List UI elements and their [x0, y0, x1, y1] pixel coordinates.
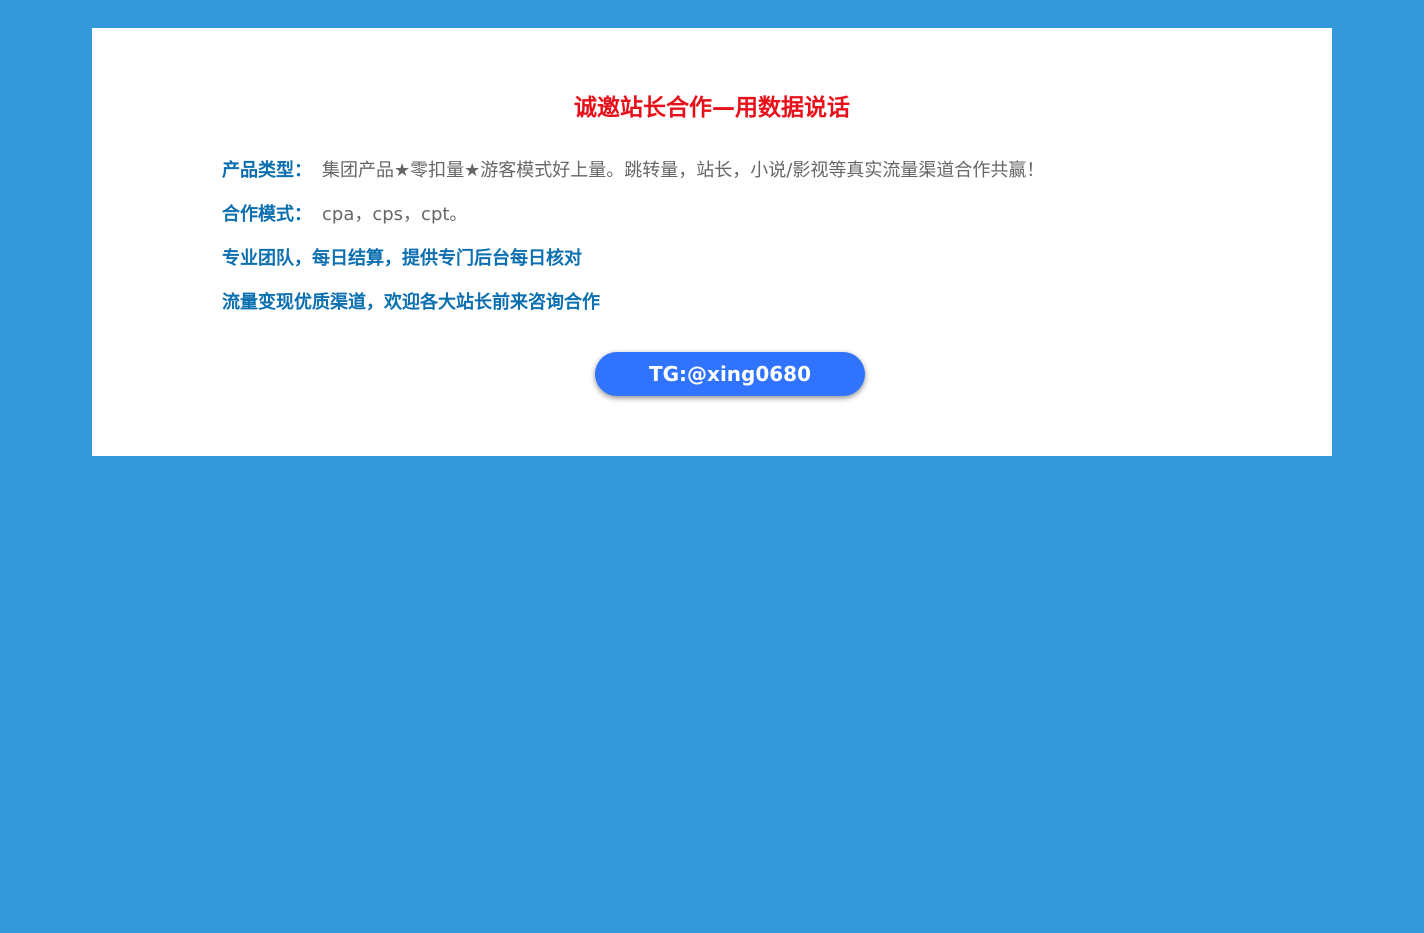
coop-mode-row: 合作模式： cpa，cps，cpt。: [222, 200, 1182, 244]
product-type-label: 产品类型：: [222, 160, 312, 181]
coop-mode-label: 合作模式：: [222, 204, 312, 225]
product-type-value: 集团产品★零扣量★游客模式好上量。跳转量，站长，小说/影视等真实流量渠道合作共赢…: [322, 160, 1045, 181]
main-card: 诚邀站长合作—用数据说话 产品类型： 集团产品★零扣量★游客模式好上量。跳转量，站…: [92, 28, 1332, 456]
page-title: 诚邀站长合作—用数据说话: [574, 95, 850, 121]
info-section: 产品类型： 集团产品★零扣量★游客模式好上量。跳转量，站长，小说/影视等真实流量渠…: [222, 156, 1182, 332]
channel-line: 流量变现优质渠道，欢迎各大站长前来咨询合作: [222, 292, 600, 313]
coop-mode-value: cpa，cps，cpt。: [322, 204, 468, 225]
telegram-contact-button[interactable]: TG:@xing0680: [595, 352, 865, 396]
product-type-row: 产品类型： 集团产品★零扣量★游客模式好上量。跳转量，站长，小说/影视等真实流量渠…: [222, 156, 1182, 200]
team-line: 专业团队，每日结算，提供专门后台每日核对: [222, 248, 582, 269]
